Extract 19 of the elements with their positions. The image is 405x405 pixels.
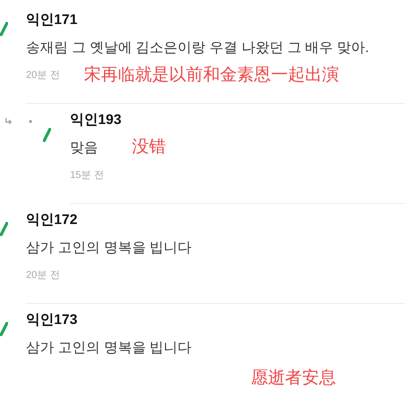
annotation-text: 愿逝者安息	[251, 367, 336, 390]
annotation-text: 宋再临就是以前和金素恩一起出演	[84, 64, 339, 86]
author-name: 익인171	[26, 10, 78, 29]
timestamp: 15분 전	[70, 168, 104, 182]
comment-text: 삼가 고인의 명복을 빕니다	[26, 338, 192, 357]
author-name: 익인193	[70, 110, 122, 129]
reply-arrow-icon	[5, 118, 13, 125]
author-name: 익인173	[26, 310, 78, 329]
stroke-icon	[0, 222, 8, 236]
stroke-icon	[0, 322, 8, 336]
stroke-icon	[43, 128, 51, 142]
timestamp: 20분 전	[26, 268, 60, 282]
comment-text: 삼가 고인의 명복을 빕니다	[26, 238, 192, 257]
author-name: 익인172	[26, 210, 78, 229]
stroke-icon	[0, 22, 8, 36]
comment-text: 맞음	[70, 138, 98, 157]
annotation-text: 没错	[132, 136, 166, 158]
comment-text: 송재림 그 옛날에 김소은이랑 우결 나왔던 그 배우 맞아.	[26, 38, 370, 57]
timestamp: 20분 전	[26, 68, 60, 82]
